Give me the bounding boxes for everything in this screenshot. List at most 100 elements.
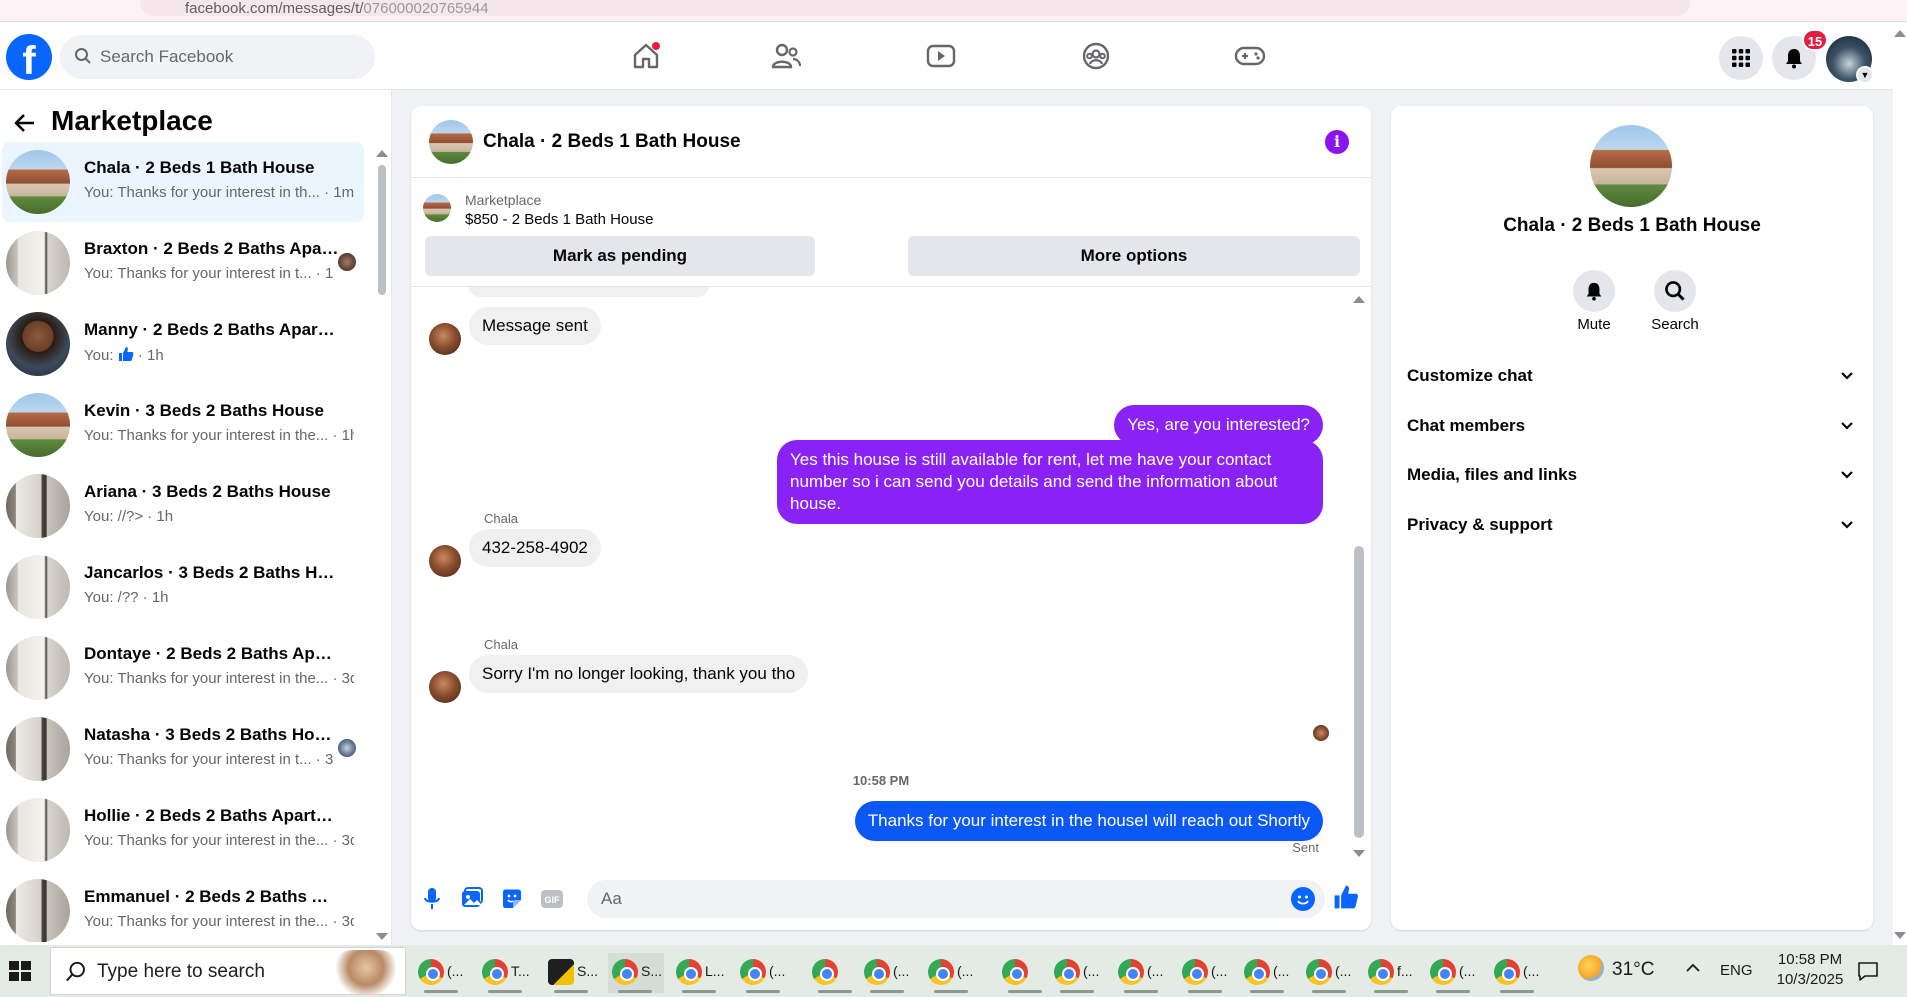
sticker-icon[interactable] — [499, 886, 525, 912]
customize-chat-section[interactable]: Customize chat — [1407, 356, 1859, 396]
page-scrollbar[interactable] — [1893, 22, 1907, 945]
weather-icon[interactable] — [1578, 955, 1604, 981]
chevron-up-icon[interactable] — [1684, 959, 1702, 977]
conversation-item[interactable]: Manny · 2 Beds 2 Baths Apartm... You: · … — [2, 304, 364, 384]
clock-date[interactable]: 10/3/2025 — [1750, 971, 1870, 988]
gaming-icon[interactable] — [1230, 36, 1270, 76]
weather-temperature[interactable]: 31°C — [1612, 959, 1654, 981]
emoji-icon[interactable] — [1291, 887, 1315, 911]
scroll-up-arrow-icon[interactable] — [1353, 296, 1365, 303]
conversation-item[interactable]: Kevin · 3 Beds 2 Baths House You: Thanks… — [2, 385, 364, 465]
conversation-item[interactable]: Chala · 2 Beds 1 Bath House You: Thanks … — [2, 142, 364, 222]
sidebar-scrollbar[interactable] — [378, 165, 386, 295]
privacy-support-section[interactable]: Privacy & support — [1407, 505, 1859, 545]
chevron-down-icon[interactable]: ▼ — [1856, 66, 1874, 84]
search-conversation-button[interactable] — [1654, 270, 1696, 312]
taskbar-app[interactable]: (... — [860, 953, 916, 993]
chat-info-avatar[interactable] — [1590, 125, 1672, 207]
section-label: Media, files and links — [1407, 465, 1578, 484]
message-thread: Message sent Yes, are you interested? Ye… — [411, 287, 1351, 857]
conversation-item[interactable]: Jancarlos · 3 Beds 2 Baths House You: /?… — [2, 547, 364, 627]
back-arrow-icon[interactable] — [12, 110, 38, 136]
conversation-item[interactable]: Emmanuel · 2 Beds 2 Baths Apa... You: Th… — [2, 871, 364, 942]
info-icon[interactable]: i — [1325, 130, 1349, 154]
taskbar-app[interactable]: (... — [1490, 953, 1546, 993]
gif-icon[interactable]: GIF — [539, 886, 565, 912]
sender-name: Chala — [484, 511, 518, 526]
message-input[interactable] — [587, 880, 1325, 918]
scroll-up-arrow-icon[interactable] — [1894, 30, 1906, 37]
message-bubble-outgoing: Yes, are you interested? — [1114, 405, 1323, 445]
conversation-name: Kevin · 3 Beds 2 Baths House — [84, 401, 324, 420]
mute-button[interactable] — [1573, 270, 1615, 312]
taskbar-indicator — [554, 990, 588, 993]
conversation-preview: You: Thanks for your interest in the... … — [84, 832, 354, 849]
scroll-down-arrow-icon[interactable] — [1353, 850, 1365, 857]
taskbar-app[interactable]: (... — [414, 953, 470, 993]
video-icon[interactable] — [921, 36, 961, 76]
taskbar-app[interactable]: (... — [1178, 953, 1234, 993]
mark-as-pending-button[interactable]: Mark as pending — [425, 236, 815, 276]
chat-scrollbar[interactable] — [1354, 546, 1364, 838]
taskbar-app[interactable] — [998, 953, 1054, 993]
taskbar-app-label: (... — [447, 963, 464, 979]
chrome-icon — [1054, 959, 1080, 985]
facebook-logo[interactable]: f — [6, 34, 52, 80]
listing-thumbnail[interactable] — [423, 194, 451, 222]
taskbar-search-input[interactable] — [97, 958, 327, 986]
facebook-search[interactable] — [60, 35, 375, 79]
bell-icon — [1786, 49, 1802, 69]
taskbar-app[interactable]: (... — [736, 953, 792, 993]
groups-icon[interactable] — [1076, 36, 1116, 76]
conversation-name: Ariana · 3 Beds 2 Baths House — [84, 482, 331, 501]
friends-icon[interactable] — [766, 36, 806, 76]
clock-time[interactable]: 10:58 PM — [1750, 951, 1870, 968]
taskbar-app[interactable]: (... — [1426, 953, 1482, 993]
conversation-preview-prefix: You: — [84, 347, 114, 364]
sender-avatar — [429, 671, 461, 703]
taskbar-app[interactable]: S... — [544, 953, 600, 993]
message-bubble-incoming: 432-258-4902 — [469, 529, 601, 567]
taskbar-app[interactable]: (... — [1114, 953, 1170, 993]
address-bar[interactable]: facebook.com/messages/t/076000020765944 — [140, 0, 1690, 17]
scroll-up-arrow-icon[interactable] — [376, 150, 388, 157]
taskbar-app[interactable]: (... — [1050, 953, 1106, 993]
taskbar-app[interactable]: (... — [1240, 953, 1296, 993]
microphone-icon[interactable] — [419, 886, 445, 912]
windows-start-icon[interactable] — [6, 957, 34, 985]
conversation-item[interactable]: Natasha · 3 Beds 2 Baths House You: Than… — [2, 709, 364, 789]
chevron-down-icon — [1841, 471, 1853, 479]
scroll-down-arrow-icon[interactable] — [376, 933, 388, 940]
media-files-links-section[interactable]: Media, files and links — [1407, 455, 1859, 495]
conversation-item[interactable]: Braxton · 2 Beds 2 Baths Apar... You: Th… — [2, 223, 364, 303]
action-center-icon[interactable] — [1856, 959, 1880, 983]
taskbar-app[interactable]: T... — [478, 953, 534, 993]
taskbar-app[interactable]: f... — [1364, 953, 1420, 993]
home-icon[interactable] — [626, 36, 666, 76]
chat-avatar[interactable] — [429, 120, 473, 164]
conversation-item[interactable]: Dontaye · 2 Beds 2 Baths Apart... You: T… — [2, 628, 364, 708]
conversation-item[interactable]: Hollie · 2 Beds 2 Baths Apartme... You: … — [2, 790, 364, 870]
apps-menu-button[interactable] — [1719, 36, 1763, 80]
conversation-avatar — [6, 231, 70, 295]
thumbs-up-icon[interactable] — [1333, 884, 1359, 910]
chat-members-section[interactable]: Chat members — [1407, 406, 1859, 446]
taskbar-app[interactable]: (... — [1302, 953, 1358, 993]
listing-title[interactable]: $850 - 2 Beds 1 Bath House — [465, 211, 653, 228]
conversation-item[interactable]: Ariana · 3 Beds 2 Baths House You: //?> … — [2, 466, 364, 546]
message-bubble-outgoing: Thanks for your interest in the houseI w… — [854, 801, 1323, 841]
taskbar-search[interactable] — [50, 947, 406, 995]
taskbar-app[interactable] — [808, 953, 864, 993]
address-bar-url: facebook.com/messages/t/ — [185, 0, 364, 17]
taskbar-indicator — [1060, 990, 1094, 993]
chat-title[interactable]: Chala · 2 Beds 1 Bath House — [483, 131, 741, 153]
chrome-icon — [1118, 959, 1144, 985]
search-input[interactable] — [100, 35, 360, 79]
scroll-down-arrow-icon[interactable] — [1894, 932, 1906, 939]
taskbar-app[interactable]: S... — [608, 953, 664, 993]
taskbar-app[interactable]: (... — [924, 953, 980, 993]
language-indicator[interactable]: ENG — [1720, 962, 1753, 979]
taskbar-app[interactable]: L... — [672, 953, 728, 993]
more-options-button[interactable]: More options — [908, 236, 1360, 276]
photo-icon[interactable] — [459, 886, 485, 912]
